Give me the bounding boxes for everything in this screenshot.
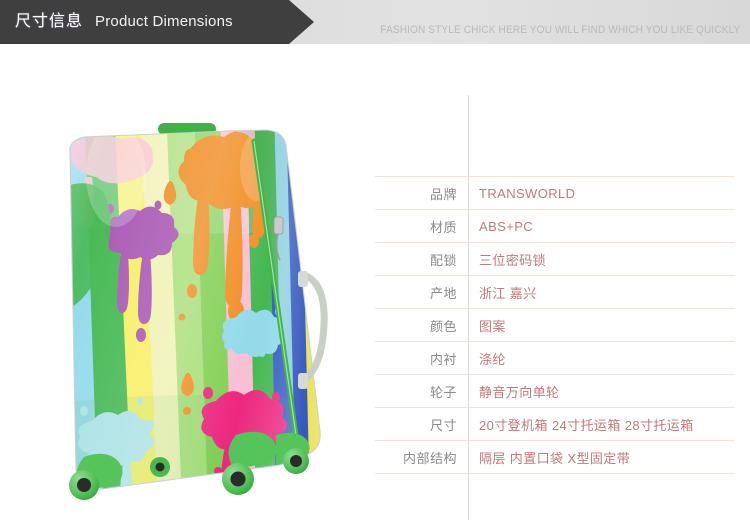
spec-value: 图案	[479, 318, 506, 334]
product-spec-table: 品牌 TRANSWORLD 材质 ABS+PC 配锁 三位密码锁 产地 浙江 嘉…	[375, 95, 735, 520]
table-row: 内衬 涤纶	[375, 341, 735, 374]
spec-value: 涤纶	[479, 351, 506, 367]
table-row: 轮子 静音万向单轮	[375, 374, 735, 407]
spec-value: TRANSWORLD	[479, 185, 576, 201]
spec-label: 轮子	[429, 384, 457, 400]
spec-value: 三位密码锁	[479, 252, 547, 268]
table-row: 尺寸 20寸登机箱 24寸托运箱 28寸托运箱	[375, 407, 735, 440]
spec-label: 内部结构	[402, 450, 457, 466]
spec-label: 颜色	[429, 318, 457, 334]
spec-label: 内衬	[429, 351, 457, 367]
spec-value: 20寸登机箱 24寸托运箱 28寸托运箱	[479, 417, 694, 433]
spec-value: 隔层 内置口袋 X型固定带	[479, 450, 631, 466]
wheel-back-right	[276, 432, 310, 474]
suitcase-illustration	[69, 123, 328, 500]
page-root: 尺寸信息 Product Dimensions FASHION STYLE CH…	[0, 0, 750, 523]
table-row: 配锁 三位密码锁	[375, 242, 735, 275]
product-image	[40, 105, 360, 505]
table-row: 品牌 TRANSWORLD	[375, 176, 735, 209]
spec-label: 材质	[429, 219, 457, 235]
table-row: 材质 ABS+PC	[375, 209, 735, 242]
spec-value: 浙江 嘉兴	[479, 285, 537, 301]
page-title-chinese: 尺寸信息	[15, 13, 84, 30]
spec-row-list: 品牌 TRANSWORLD 材质 ABS+PC 配锁 三位密码锁 产地 浙江 嘉…	[375, 176, 735, 474]
page-title-english: Product Dimensions	[95, 13, 233, 30]
header-tagline: FASHION STYLE CHICK HERE YOU WILL FIND W…	[379, 24, 740, 36]
spec-label: 品牌	[429, 186, 457, 202]
spec-label: 配锁	[429, 252, 457, 268]
spec-value: 静音万向单轮	[479, 384, 560, 400]
table-row: 颜色 图案	[375, 308, 735, 341]
spec-value: ABS+PC	[479, 218, 534, 234]
spec-label: 尺寸	[429, 417, 457, 433]
table-row: 产地 浙江 嘉兴	[375, 275, 735, 308]
wheel-back-left	[150, 457, 170, 477]
table-row: 内部结构 隔层 内置口袋 X型固定带	[375, 440, 735, 474]
spec-label: 产地	[429, 285, 457, 301]
page-header: 尺寸信息 Product Dimensions FASHION STYLE CH…	[0, 0, 750, 44]
